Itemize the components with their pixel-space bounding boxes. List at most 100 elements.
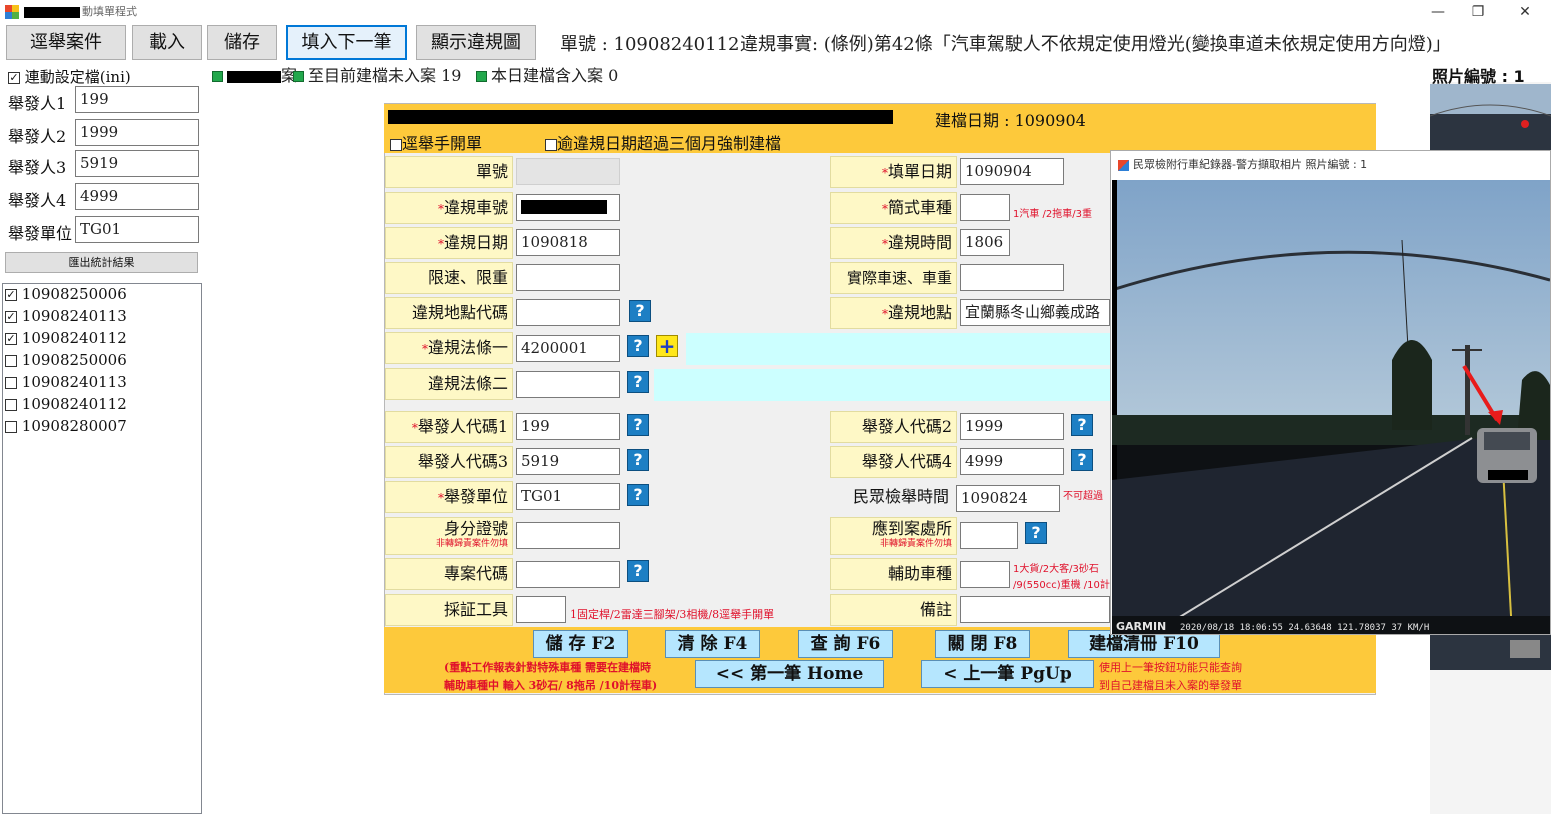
aux-vehicle-input[interactable] xyxy=(960,561,1010,588)
sync-ini-checkbox[interactable]: ✓ 連動設定檔(ini) xyxy=(8,66,131,87)
redacted-block xyxy=(227,70,281,83)
public-report-time-input[interactable]: 1090824 xyxy=(956,485,1060,512)
show-violation-image-button[interactable]: 顯示違規圖 xyxy=(416,25,536,60)
case-id: 10908240113 xyxy=(21,307,127,325)
help-icon[interactable]: ? xyxy=(1025,522,1047,544)
reporter-code2-label: 舉發人代碼2 xyxy=(830,411,957,443)
fill-next-button[interactable]: 填入下一筆 xyxy=(286,25,407,60)
help-icon[interactable]: ? xyxy=(627,414,649,436)
reporter3-label: 舉發人3 xyxy=(8,158,67,177)
reporter-code1-input[interactable]: 199 xyxy=(516,413,620,440)
footer-note-3: 使用上一筆按鈕功能只能查詢 xyxy=(1099,661,1242,674)
camera-brand: GARMIN xyxy=(1116,620,1166,633)
list-item[interactable]: ✓ 10908250006 xyxy=(5,285,127,303)
fill-date-input[interactable]: 1090904 xyxy=(960,158,1064,185)
checkbox-icon[interactable] xyxy=(5,399,17,411)
station-label: 應到案處所 非轉歸責案件勿填 xyxy=(830,517,957,555)
close-f8-button[interactable]: 關 閉 F8 xyxy=(935,630,1030,658)
evidence-tool-input[interactable] xyxy=(516,596,566,623)
app-icon xyxy=(5,5,19,19)
list-item[interactable]: ✓ 10908240112 xyxy=(5,329,127,347)
case-list[interactable]: ✓ 10908250006 ✓ 10908240113 ✓ 1090824011… xyxy=(2,283,202,814)
checkbox-icon[interactable] xyxy=(5,421,17,433)
reporter3-input[interactable]: 5919 xyxy=(75,150,199,177)
project-code-input[interactable] xyxy=(516,561,620,588)
help-icon[interactable]: ? xyxy=(629,300,651,322)
export-stats-button[interactable]: 匯出統計結果 xyxy=(5,252,198,273)
app-icon xyxy=(1118,159,1129,171)
first-record-button[interactable]: << 第一筆 Home xyxy=(695,660,884,688)
help-icon[interactable]: ? xyxy=(627,560,649,582)
save-f2-button[interactable]: 儲 存 F2 xyxy=(533,630,628,658)
aux-vehicle-label: 輔助車種 xyxy=(830,558,957,590)
law2-input[interactable] xyxy=(516,371,620,398)
photo-thumbnail[interactable] xyxy=(1430,84,1551,154)
reporter-code2-input[interactable]: 1999 xyxy=(960,413,1064,440)
remote-case-button[interactable]: 逕舉案件 xyxy=(6,25,126,60)
help-icon[interactable]: ? xyxy=(1071,414,1093,436)
list-item[interactable]: 10908240113 xyxy=(5,373,127,391)
checkbox-icon[interactable]: ✓ xyxy=(8,72,20,84)
vehicle-type-input[interactable] xyxy=(960,194,1010,221)
violation-date-input[interactable]: 1090818 xyxy=(516,229,620,256)
status-pending: 至目前建檔未入案 19 xyxy=(293,62,461,86)
speed-limit-input[interactable] xyxy=(516,264,620,291)
manual-ticket-checkbox[interactable]: 逕舉手開單 xyxy=(390,130,482,154)
remark-input[interactable] xyxy=(960,596,1110,623)
title-bar xyxy=(0,0,1551,24)
list-item[interactable]: 10908250006 xyxy=(5,351,127,369)
vehicle-type-label: *簡式車種 xyxy=(830,192,957,224)
overdue-checkbox[interactable]: 逾違規日期超過三個月強制建檔 xyxy=(545,130,781,154)
reporter2-input[interactable]: 1999 xyxy=(75,119,199,146)
dashcam-photo: GARMIN 2020/08/18 18:06:55 24.63648 121.… xyxy=(1112,180,1550,634)
reporter-code3-input[interactable]: 5919 xyxy=(516,448,620,475)
help-icon[interactable]: ? xyxy=(1071,449,1093,471)
reporter4-input[interactable]: 4999 xyxy=(75,183,199,210)
save-toolbar-button[interactable]: 儲存 xyxy=(207,25,277,60)
footer-note-2: 輔助車種中 輸入 3砂石/ 8拖吊 /10計程車) xyxy=(444,679,658,692)
maximize-button[interactable]: ❐ xyxy=(1458,2,1498,22)
popup-title: 民眾檢附行車紀錄器-警方擷取相片 照片編號 : 1 xyxy=(1118,156,1367,172)
minimize-button[interactable]: — xyxy=(1418,2,1458,22)
help-icon[interactable]: ? xyxy=(627,335,649,357)
location-code-input[interactable] xyxy=(516,299,620,326)
clear-f4-button[interactable]: 清 除 F4 xyxy=(665,630,760,658)
list-item[interactable]: 10908240112 xyxy=(5,395,127,413)
help-icon[interactable]: ? xyxy=(627,371,649,393)
reporter-code4-input[interactable]: 4999 xyxy=(960,448,1064,475)
id-no-input[interactable] xyxy=(516,522,620,549)
unit-field-input[interactable]: TG01 xyxy=(516,483,620,510)
plate-input[interactable] xyxy=(516,194,620,221)
location-input[interactable]: 宜蘭縣冬山鄉義成路 xyxy=(960,299,1110,326)
violation-fact: 違規事實: (條例)第42條「汽車駕駛人不依規定使用燈光(變換車道未依規定使用方… xyxy=(740,34,1451,55)
load-button[interactable]: 載入 xyxy=(132,25,202,60)
query-f6-button[interactable]: 查 詢 F6 xyxy=(798,630,893,658)
help-icon[interactable]: ? xyxy=(627,449,649,471)
checkbox-icon[interactable]: ✓ xyxy=(5,289,17,301)
close-window-button[interactable]: ✕ xyxy=(1505,2,1545,22)
speed-limit-label: 限速、限重 xyxy=(385,262,513,294)
checkbox-icon[interactable] xyxy=(390,138,402,151)
photo-thumbnail[interactable] xyxy=(1430,630,1551,670)
unit-input[interactable]: TG01 xyxy=(75,216,199,243)
actual-speed-input[interactable] xyxy=(960,264,1064,291)
law1-input[interactable]: 4200001 xyxy=(516,335,620,362)
list-item[interactable]: 10908280007 xyxy=(5,417,127,435)
checkbox-icon[interactable] xyxy=(545,138,557,151)
reporter-code1-label: *舉發人代碼1 xyxy=(385,411,513,443)
checkbox-icon[interactable] xyxy=(5,377,17,389)
list-item[interactable]: ✓ 10908240113 xyxy=(5,307,127,325)
checkbox-icon[interactable]: ✓ xyxy=(5,333,17,345)
reporter1-input[interactable]: 199 xyxy=(75,86,199,113)
checkbox-icon[interactable] xyxy=(5,355,17,367)
remark-label: 備註 xyxy=(830,594,957,626)
previous-record-button[interactable]: < 上一筆 PgUp xyxy=(921,660,1094,688)
station-input[interactable] xyxy=(960,522,1018,549)
add-icon[interactable]: + xyxy=(656,335,678,357)
help-icon[interactable]: ? xyxy=(627,484,649,506)
ticket-no-input[interactable] xyxy=(516,158,620,185)
checkbox-icon[interactable]: ✓ xyxy=(5,311,17,323)
evidence-tool-hint: 1固定桿/2雷達三腳架/3相機/8逕舉手開單 xyxy=(570,608,775,621)
case-id: 10908240113 xyxy=(21,373,127,391)
violation-time-input[interactable]: 1806 xyxy=(960,229,1010,256)
